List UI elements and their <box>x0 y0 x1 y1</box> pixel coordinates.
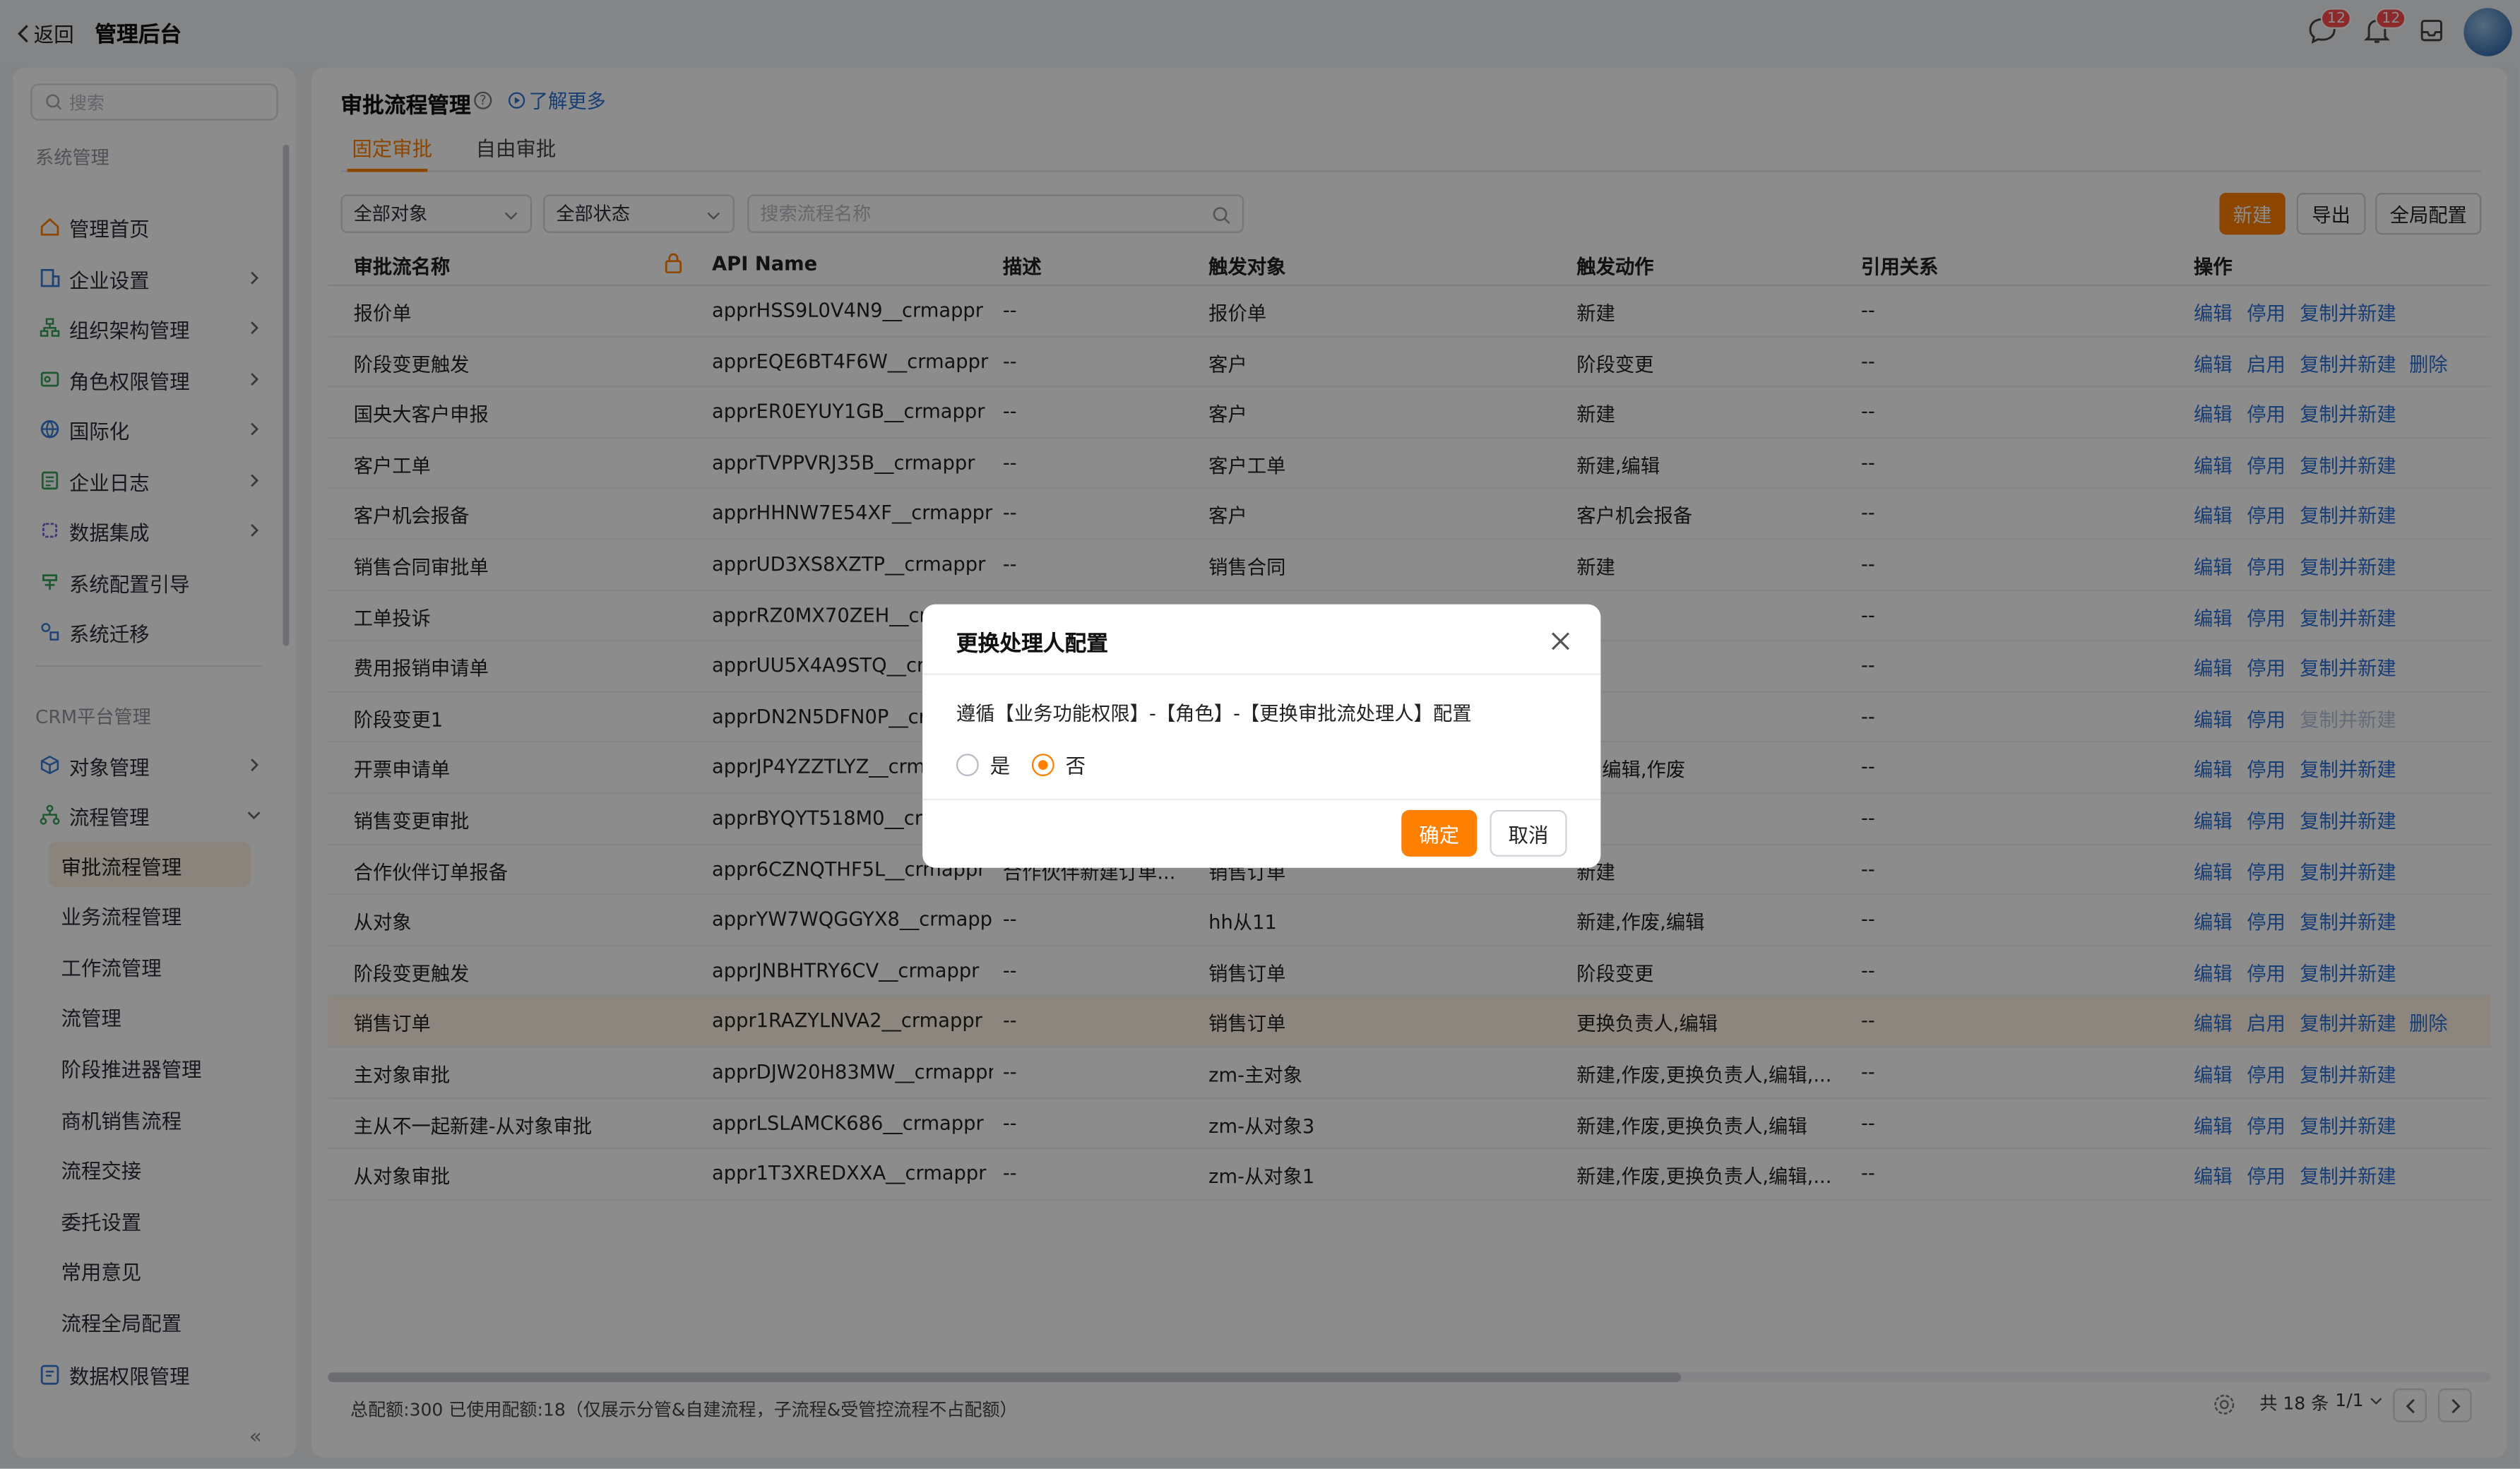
radio-no-label: 否 <box>1065 754 1086 778</box>
confirm-button[interactable]: 确定 <box>1401 809 1478 857</box>
change-handler-dialog: 更换处理人配置 遵循【业务功能权限】-【角色】-【更换审批流处理人】配置 是 否… <box>922 604 1601 868</box>
dialog-title: 更换处理人配置 <box>956 631 1108 658</box>
radio-yes[interactable]: 是 <box>956 749 1010 779</box>
radio-no[interactable]: 否 <box>1031 749 1086 779</box>
close-icon[interactable] <box>1550 630 1572 653</box>
dialog-description: 遵循【业务功能权限】-【角色】-【更换审批流处理人】配置 <box>956 702 1472 725</box>
dialog-footer-divider <box>922 798 1601 801</box>
radio-no-circle[interactable] <box>1031 753 1054 775</box>
cancel-button[interactable]: 取消 <box>1490 809 1567 857</box>
radio-yes-circle[interactable] <box>956 753 979 775</box>
radio-yes-label: 是 <box>989 754 1011 778</box>
dialog-header-divider <box>922 673 1601 675</box>
